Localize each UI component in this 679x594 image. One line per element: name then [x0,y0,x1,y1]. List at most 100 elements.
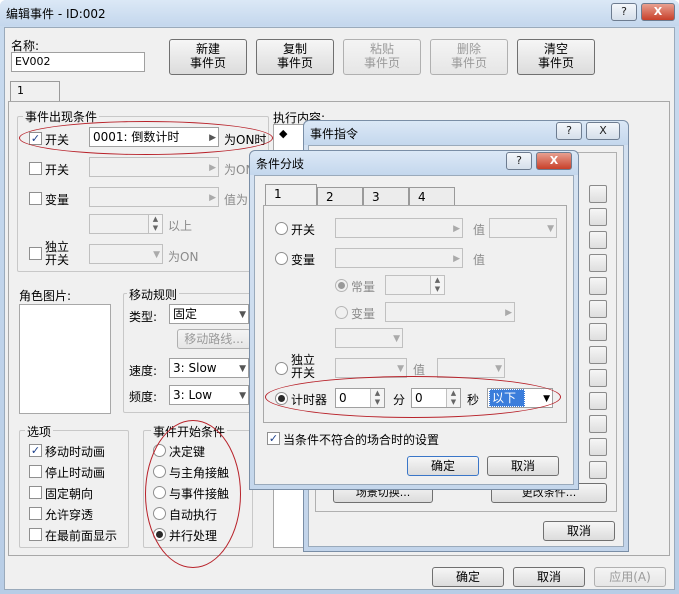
new-page-button[interactable]: 新建 事件页 [169,39,247,75]
command-button[interactable] [589,461,607,479]
variable-compare-select[interactable]: ▶ [385,302,515,322]
switch2-select[interactable]: ▶ [89,157,219,177]
freq-select[interactable]: 3: Low ▼ [169,385,249,405]
button-text: 事件页 [450,55,487,70]
char-image-box[interactable] [19,304,111,414]
chevron-down-icon: ▼ [393,334,400,344]
self-switch-select[interactable]: ▼ [335,358,407,378]
tab-1[interactable]: 1 [265,184,317,206]
switch2-checkbox[interactable] [29,162,42,175]
help-button[interactable]: ? [611,3,637,21]
command-button[interactable] [589,392,607,410]
chevron-down-icon: ▼ [239,364,246,374]
copy-page-button[interactable]: 复制 事件页 [256,39,334,75]
variable-select[interactable]: ▶ [335,248,463,268]
command-cancel-button[interactable]: 取消 [543,521,615,541]
close-button[interactable]: X [536,152,572,170]
command-button[interactable] [589,438,607,456]
variable-compare-label: 变量 [351,307,376,321]
tab-3[interactable]: 3 [363,187,409,206]
constant-spinner[interactable]: ▲ ▼ [385,275,445,295]
option-label: 停止时动画 [45,466,106,480]
apply-button[interactable]: 应用(A) [594,567,666,587]
ok-button[interactable]: 确定 [432,567,504,587]
type-label: 类型: [129,310,158,324]
title-bar: 条件分歧 ? X [250,151,578,175]
command-button[interactable] [589,323,607,341]
command-button[interactable] [589,208,607,226]
else-branch-label: 当条件不符合的场合时的设置 [283,433,440,447]
else-branch-checkbox[interactable]: ✓ [267,432,280,445]
option-checkbox[interactable] [29,465,42,478]
delete-page-button[interactable]: 删除 事件页 [430,39,508,75]
command-button[interactable] [589,231,607,249]
self-switch-suffix: 为ON [168,250,199,264]
highlight-ellipse [19,121,273,155]
option-checkbox[interactable] [29,507,42,520]
switch-value-select[interactable]: ▼ [489,218,557,238]
clear-page-button[interactable]: 清空 事件页 [517,39,595,75]
tab-2[interactable]: 2 [317,187,363,206]
self-switch-checkbox[interactable] [29,247,42,260]
type-select[interactable]: 固定 ▼ [169,304,249,324]
exec-bullet: ◆ [279,127,288,140]
speed-select[interactable]: 3: Slow ▼ [169,358,249,378]
switch-radio[interactable] [275,222,288,235]
type-value: 固定 [173,307,198,321]
variable-checkbox[interactable] [29,192,42,205]
paste-page-button[interactable]: 粘贴 事件页 [343,39,421,75]
title-bar: 事件指令 ? X [304,121,628,145]
variable-compare-radio[interactable] [335,306,348,319]
spinner-arrows[interactable]: ▲ ▼ [430,276,444,294]
command-button[interactable] [589,254,607,272]
above-label: 以上 [168,219,193,233]
freq-label: 频度: [129,390,158,404]
command-button[interactable] [589,277,607,295]
button-text: 复制 [282,42,307,56]
close-button[interactable]: X [586,122,620,140]
option-label: 固定朝向 [45,487,94,501]
option-checkbox[interactable] [29,528,42,541]
option-checkbox[interactable] [29,486,42,499]
variable-value-spinner[interactable]: ▲ ▼ [89,214,163,234]
switch-select[interactable]: ▶ [335,218,463,238]
switch2-label: 开关 [45,163,70,177]
self-switch-label-2: 开关 [45,253,70,267]
variable-label: 变量 [45,193,70,207]
tab-4[interactable]: 4 [409,187,455,206]
command-button[interactable] [589,300,607,318]
self-switch-radio[interactable] [275,362,288,375]
button-text: 事件页 [276,55,313,70]
command-button[interactable] [589,415,607,433]
help-button[interactable]: ? [506,152,532,170]
option-checkbox[interactable]: ✓ [29,444,42,457]
branch-cancel-button[interactable]: 取消 [487,456,559,476]
tab-page-1[interactable]: 1 [10,81,60,102]
command-button[interactable] [589,369,607,387]
name-input[interactable]: EV002 [11,52,145,72]
speed-label: 速度: [129,364,158,378]
value-label: 值 [473,223,486,237]
self-switch-select[interactable]: ▼ [89,244,163,264]
spinner-arrows[interactable]: ▲ ▼ [148,215,162,233]
branch-ok-button[interactable]: 确定 [407,456,479,476]
route-button[interactable]: 移动路线... [177,329,251,349]
arrow-right-icon: ▶ [453,224,460,234]
switch-label: 开关 [291,223,316,237]
button-text: 粘贴 [369,42,394,56]
button-text: 事件页 [537,55,574,70]
variable-select[interactable]: ▶ [89,187,219,207]
operator-select[interactable]: ▼ [335,328,403,348]
cancel-button[interactable]: 取消 [513,567,585,587]
constant-radio[interactable] [335,279,348,292]
close-button[interactable]: X [641,3,675,21]
chevron-down-icon: ▼ [239,310,246,320]
self-switch-value-select[interactable]: ▼ [437,358,505,378]
value-label: 值 [473,253,486,267]
command-button[interactable] [589,185,607,203]
arrow-right-icon: ▶ [209,163,216,173]
option-label: 移动时动画 [45,445,106,459]
help-button[interactable]: ? [556,122,582,140]
variable-radio[interactable] [275,252,288,265]
command-button[interactable] [589,346,607,364]
